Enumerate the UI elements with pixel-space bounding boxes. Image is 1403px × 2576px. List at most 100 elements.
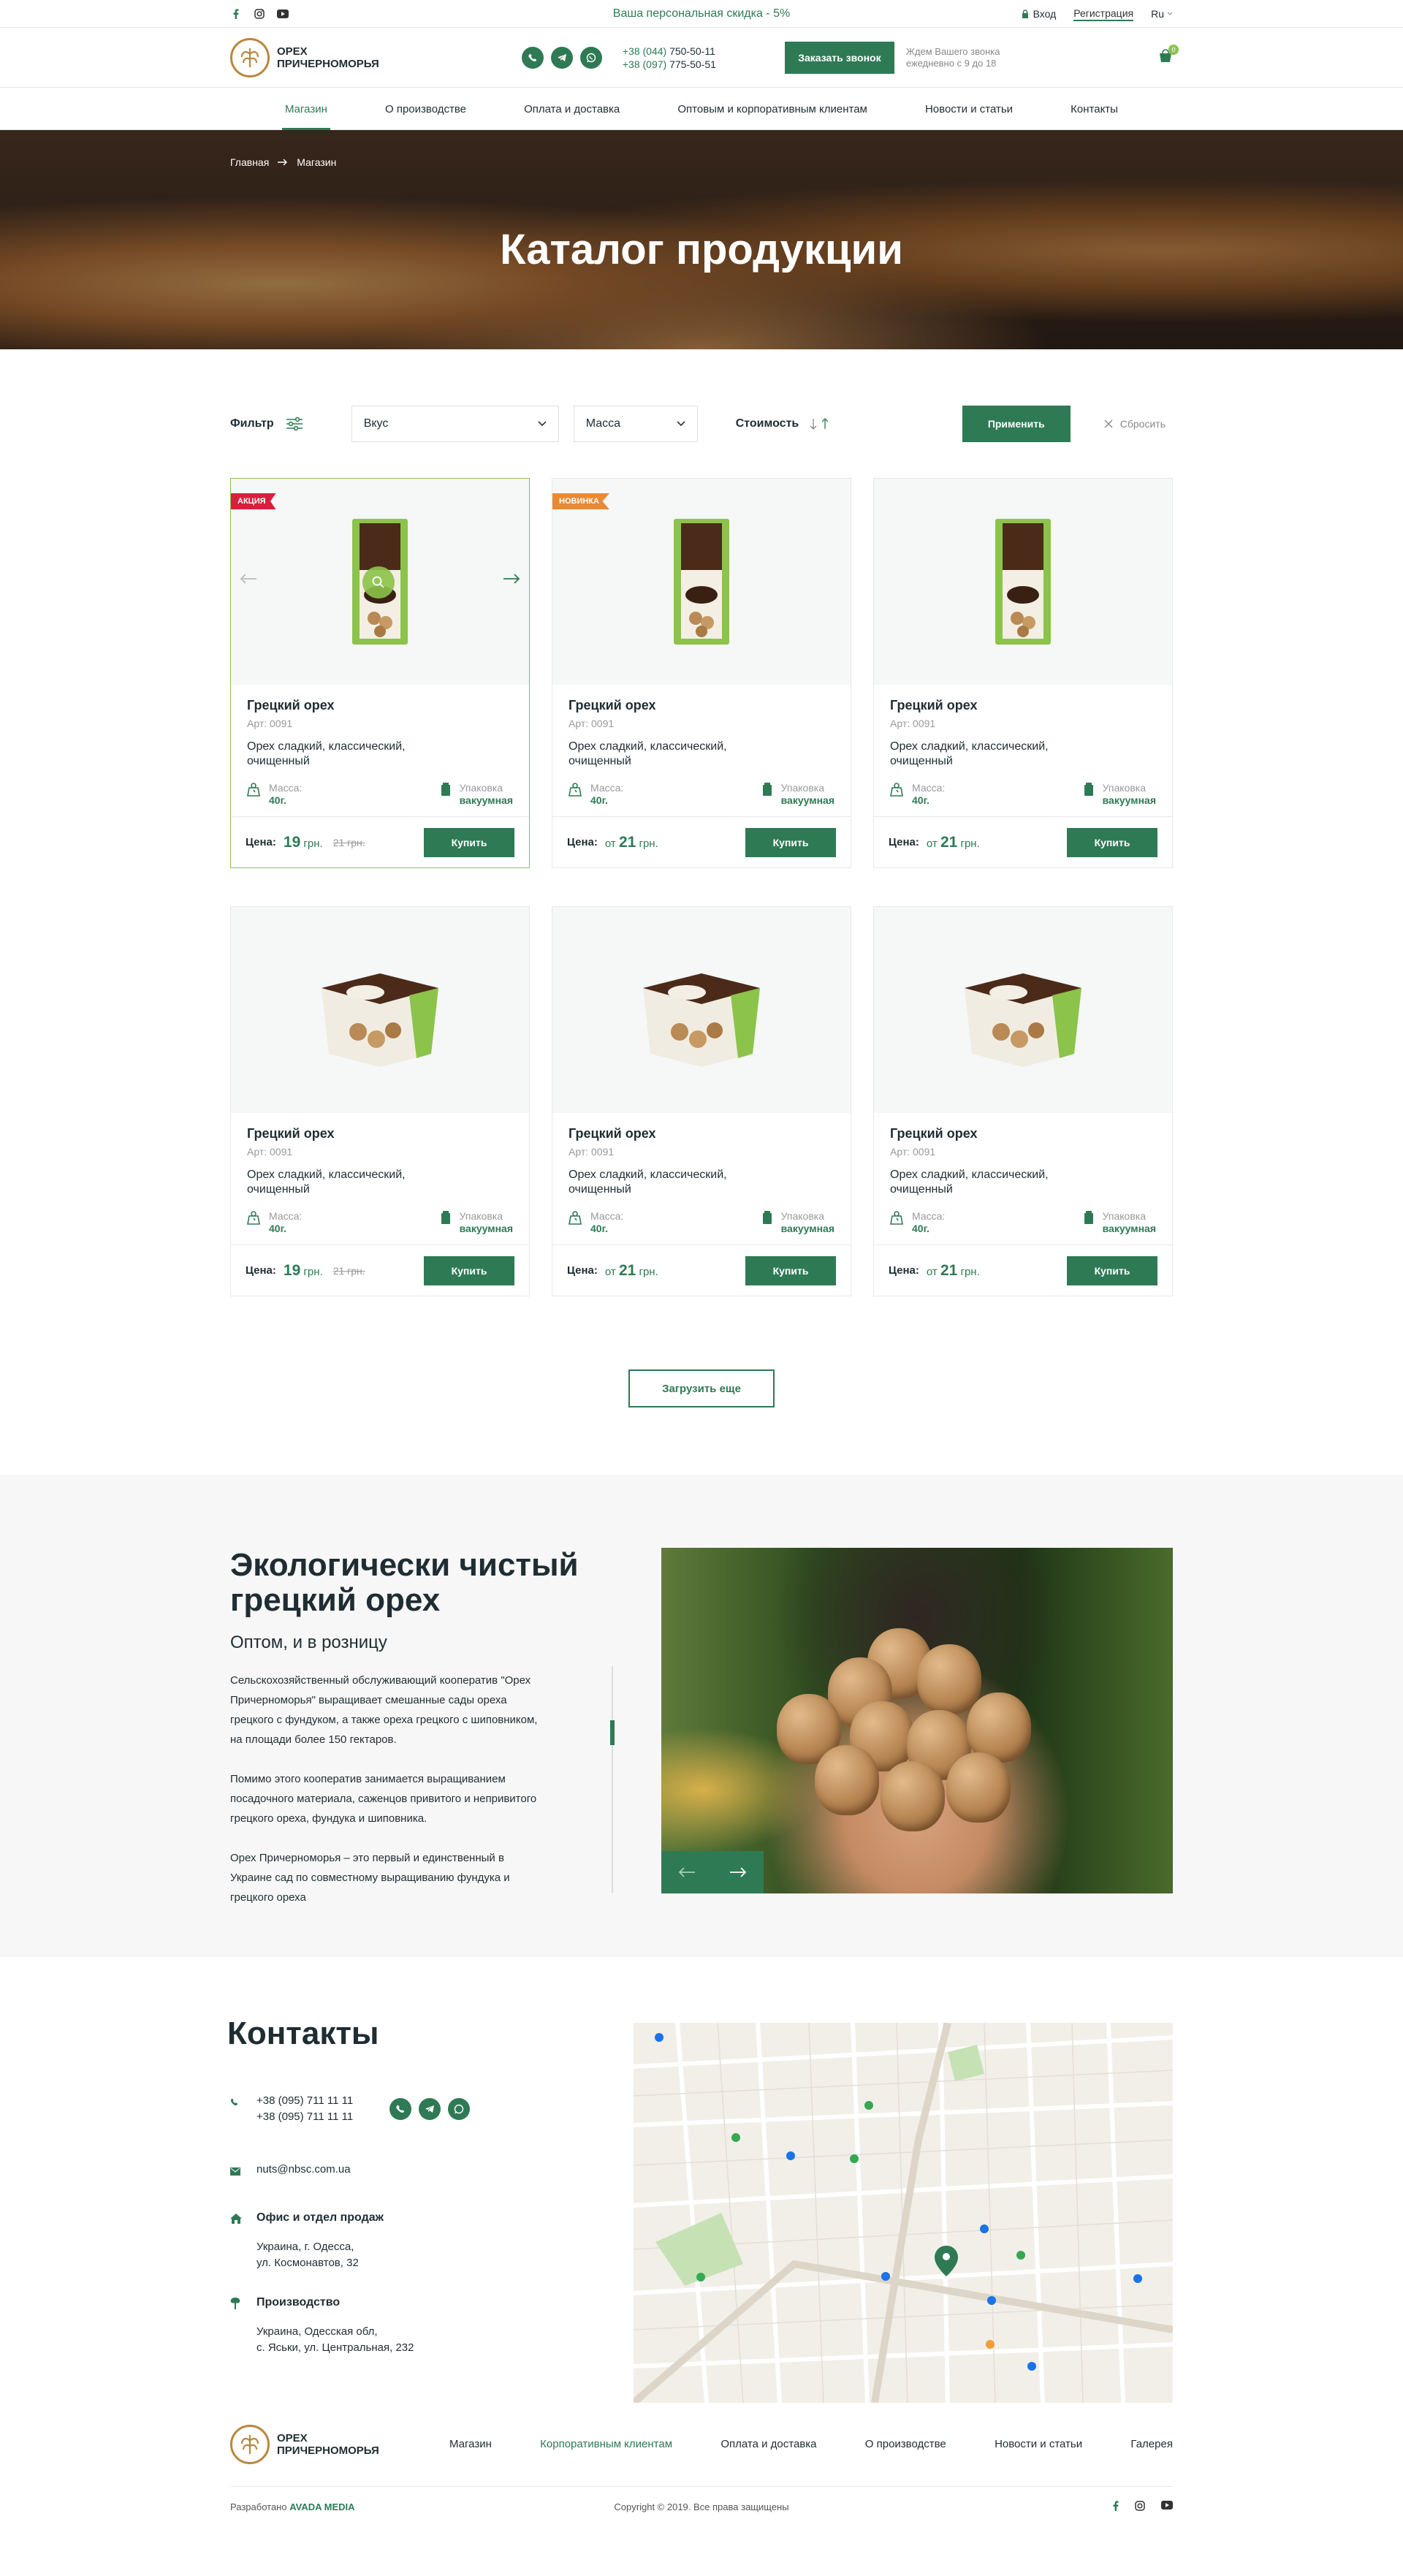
buy-button[interactable]: Купить bbox=[424, 1255, 514, 1285]
product-name[interactable]: Грецкий орех bbox=[569, 1126, 834, 1141]
mass-prop: Масса: 40г. bbox=[890, 1210, 945, 1235]
product-card[interactable]: АКЦИЯ Грецкий орех Арт: 0091 Орех сладки… bbox=[230, 478, 530, 868]
product-image[interactable] bbox=[231, 907, 529, 1113]
youtube-icon[interactable] bbox=[1161, 2501, 1173, 2513]
product-image[interactable] bbox=[874, 907, 1172, 1113]
facebook-icon[interactable] bbox=[1113, 2501, 1119, 2513]
buy-button[interactable]: Купить bbox=[745, 827, 836, 857]
product-card[interactable]: НОВИНКА Грецкий орех Арт: 0091 Орех слад… bbox=[552, 478, 851, 868]
product-image[interactable]: НОВИНКА bbox=[552, 479, 851, 685]
language-select[interactable]: Ru bbox=[1151, 8, 1173, 20]
product-article: Арт: 0091 bbox=[247, 718, 293, 729]
photo-slider-nav bbox=[661, 1851, 764, 1893]
footer-nav-shop[interactable]: Магазин bbox=[449, 2438, 492, 2450]
phone2-number: 775-50-51 bbox=[666, 58, 716, 70]
contact-email[interactable]: nuts@nbsc.com.ua bbox=[256, 2162, 351, 2181]
footer-nav-payment[interactable]: Оплата и доставка bbox=[720, 2438, 816, 2450]
footer-nav-gallery[interactable]: Галерея bbox=[1130, 2438, 1173, 2450]
copyright: Copyright © 2019. Все права защищены bbox=[614, 2501, 789, 2512]
order-call-button[interactable]: Заказать звонок bbox=[784, 42, 894, 74]
product-name[interactable]: Грецкий орех bbox=[890, 698, 1156, 713]
load-more-button[interactable]: Загрузить еще bbox=[628, 1369, 775, 1407]
developer-credit[interactable]: Разработано AVADA MEDIA bbox=[230, 2501, 355, 2512]
package-icon bbox=[1084, 1211, 1093, 1224]
product-article: Арт: 0091 bbox=[890, 718, 936, 729]
product-card[interactable]: Грецкий орех Арт: 0091 Орех сладкий, кла… bbox=[552, 906, 851, 1296]
product-name[interactable]: Грецкий орех bbox=[890, 1126, 1156, 1141]
cost-sort[interactable]: Стоимость bbox=[736, 417, 832, 430]
contact-phone-2[interactable]: +38 (095) 711 11 11 bbox=[256, 2110, 353, 2123]
location-map[interactable] bbox=[634, 2023, 1173, 2403]
contact-phone-1[interactable]: +38 (095) 711 11 11 bbox=[256, 2094, 353, 2107]
product-name[interactable]: Грецкий орех bbox=[569, 698, 834, 713]
phone-link-1[interactable]: +38 (044) 750-50-11 bbox=[623, 45, 715, 57]
viber-icon[interactable] bbox=[389, 2098, 412, 2120]
register-link[interactable]: Регистрация bbox=[1073, 7, 1134, 21]
mass-select[interactable]: Масса bbox=[573, 406, 698, 442]
apply-filter-button[interactable]: Применить bbox=[962, 406, 1071, 442]
taste-select[interactable]: Вкус bbox=[351, 406, 559, 442]
buy-button[interactable]: Купить bbox=[745, 1255, 836, 1285]
pack-prop: Упаковка вакуумная bbox=[1084, 782, 1156, 807]
arrow-left-icon[interactable] bbox=[240, 573, 257, 588]
telegram-icon[interactable] bbox=[419, 2098, 441, 2120]
footer-logo[interactable]: ОРЕХ ПРИЧЕРНОМОРЬЯ bbox=[230, 2425, 379, 2464]
package-icon bbox=[441, 1211, 450, 1224]
arrow-left-icon[interactable] bbox=[678, 1866, 696, 1878]
about-subtitle: Оптом, и в розницу bbox=[230, 1633, 387, 1652]
buy-button[interactable]: Купить bbox=[424, 827, 514, 857]
mass-value: 40г. bbox=[912, 1223, 929, 1234]
product-card[interactable]: Грецкий орех Арт: 0091 Орех сладкий, кла… bbox=[873, 478, 1173, 868]
nav-shop[interactable]: Магазин bbox=[282, 88, 330, 130]
phone-icon bbox=[230, 2093, 240, 2125]
product-card[interactable]: Грецкий орех Арт: 0091 Орех сладкий, кла… bbox=[230, 906, 530, 1296]
messenger-icons bbox=[521, 47, 602, 69]
arrow-right-icon[interactable] bbox=[503, 573, 520, 588]
scrollbar-thumb[interactable] bbox=[610, 1720, 615, 1745]
nav-wholesale[interactable]: Оптовым и корпоративным клиентам bbox=[677, 88, 867, 130]
call-note: Ждем Вашего звонка ежедневно с 9 до 18 bbox=[905, 46, 1000, 69]
page-title: Каталог продукции bbox=[500, 226, 903, 273]
product-image[interactable] bbox=[874, 479, 1172, 685]
product-footer: Цена: от 21 грн. Купить bbox=[552, 1245, 851, 1296]
nav-payment-delivery[interactable]: Оплата и доставка bbox=[524, 88, 620, 130]
buy-button[interactable]: Купить bbox=[1067, 1255, 1157, 1285]
about-paragraph-2: Помимо этого кооператив занимается выращ… bbox=[230, 1773, 537, 1825]
pack-value: вакуумная bbox=[459, 1223, 513, 1234]
footer-social bbox=[1113, 2501, 1173, 2513]
product-description: Орех сладкий, классический, очищенный bbox=[247, 1169, 406, 1196]
logo[interactable]: ОРЕХ ПРИЧЕРНОМОРЬЯ bbox=[230, 38, 379, 77]
footer-nav-news[interactable]: Новости и статьи bbox=[995, 2438, 1082, 2450]
instagram-icon[interactable] bbox=[1135, 2501, 1145, 2513]
viber-icon[interactable] bbox=[521, 47, 544, 69]
product-image[interactable]: АКЦИЯ bbox=[231, 479, 529, 685]
price-label: Цена: bbox=[246, 1264, 276, 1277]
breadcrumb-home[interactable]: Главная bbox=[230, 156, 269, 168]
mass-value: 40г. bbox=[590, 1223, 608, 1234]
buy-button[interactable]: Купить bbox=[1067, 827, 1157, 857]
phone-link-2[interactable]: +38 (097) 775-50-51 bbox=[623, 58, 716, 70]
whatsapp-icon[interactable] bbox=[448, 2098, 471, 2120]
product-name[interactable]: Грецкий орех bbox=[247, 698, 513, 713]
cart-button[interactable]: 0 bbox=[1158, 44, 1179, 67]
zoom-icon[interactable] bbox=[362, 566, 395, 599]
nav-news[interactable]: Новости и статьи bbox=[925, 88, 1013, 130]
product-props: Масса: 40г. Упаковка вакуумная bbox=[569, 782, 834, 807]
youtube-icon[interactable] bbox=[277, 8, 289, 20]
footer-nav-production[interactable]: О производстве bbox=[865, 2438, 946, 2450]
pack-prop: Упаковка вакуумная bbox=[441, 1210, 513, 1235]
arrow-right-icon[interactable] bbox=[729, 1866, 747, 1878]
login-link[interactable]: Вход bbox=[1022, 8, 1056, 20]
product-name[interactable]: Грецкий орех bbox=[247, 1126, 513, 1141]
product-image[interactable] bbox=[552, 907, 851, 1113]
nav-production[interactable]: О производстве bbox=[385, 88, 466, 130]
text-scrollbar[interactable] bbox=[610, 1666, 615, 1893]
telegram-icon[interactable] bbox=[550, 47, 573, 69]
footer-nav-corporate[interactable]: Корпоративным клиентам bbox=[540, 2438, 672, 2450]
whatsapp-icon[interactable] bbox=[579, 47, 602, 69]
instagram-icon[interactable] bbox=[254, 8, 265, 20]
reset-filter-button[interactable]: Сбросить bbox=[1104, 418, 1166, 430]
nav-contacts[interactable]: Контакты bbox=[1071, 88, 1118, 130]
facebook-icon[interactable] bbox=[230, 8, 242, 20]
product-card[interactable]: Грецкий орех Арт: 0091 Орех сладкий, кла… bbox=[873, 906, 1173, 1296]
